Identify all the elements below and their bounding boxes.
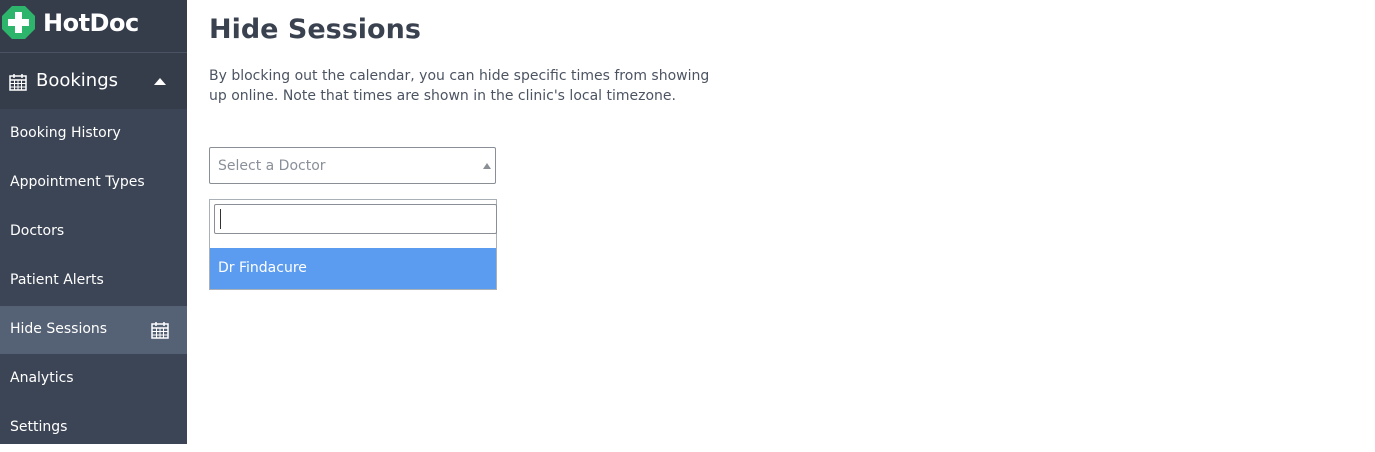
bookings-section-toggle[interactable]: Bookings: [0, 53, 187, 109]
doctor-search-input[interactable]: [214, 204, 497, 234]
brand-header[interactable]: HotDoc: [0, 0, 187, 53]
sidebar: HotDoc Bookings Booking History Appointm…: [0, 0, 187, 444]
chevron-up-icon: [483, 163, 491, 169]
sidebar-item-analytics[interactable]: Analytics: [0, 355, 187, 403]
dropdown-option[interactable]: Dr Findacure: [210, 248, 496, 289]
doctor-select-placeholder: Select a Doctor: [218, 158, 326, 174]
sidebar-item-label: Settings: [10, 419, 68, 435]
sidebar-item-patient-alerts[interactable]: Patient Alerts: [0, 257, 187, 305]
section-label: Bookings: [36, 70, 119, 91]
dropdown-option-label: Dr Findacure: [218, 260, 307, 276]
sidebar-item-booking-history[interactable]: Booking History: [0, 110, 187, 158]
sidebar-item-label: Hide Sessions: [10, 321, 108, 337]
cross-logo-icon: [2, 6, 35, 39]
sidebar-item-hide-sessions[interactable]: Hide Sessions: [0, 306, 187, 354]
sidebar-item-label: Booking History: [10, 125, 121, 141]
brand-name: HotDoc: [43, 9, 139, 37]
calendar-icon: [151, 322, 169, 339]
sidebar-item-label: Analytics: [10, 370, 74, 386]
caret-up-icon: [154, 78, 166, 85]
doctor-select[interactable]: Select a Doctor: [209, 147, 496, 184]
sidebar-item-doctors[interactable]: Doctors: [0, 208, 187, 256]
sidebar-item-label: Patient Alerts: [10, 272, 104, 288]
text-cursor: [220, 209, 221, 229]
calendar-icon: [9, 74, 27, 91]
sidebar-item-settings[interactable]: Settings: [0, 404, 187, 452]
page-description: By blocking out the calendar, you can hi…: [209, 68, 710, 104]
sidebar-item-label: Doctors: [10, 223, 65, 239]
sidebar-item-label: Appointment Types: [10, 174, 145, 190]
sidebar-item-appointment-types[interactable]: Appointment Types: [0, 159, 187, 207]
doctor-dropdown: Dr Findacure: [209, 199, 497, 290]
page-title: Hide Sessions: [209, 14, 421, 45]
